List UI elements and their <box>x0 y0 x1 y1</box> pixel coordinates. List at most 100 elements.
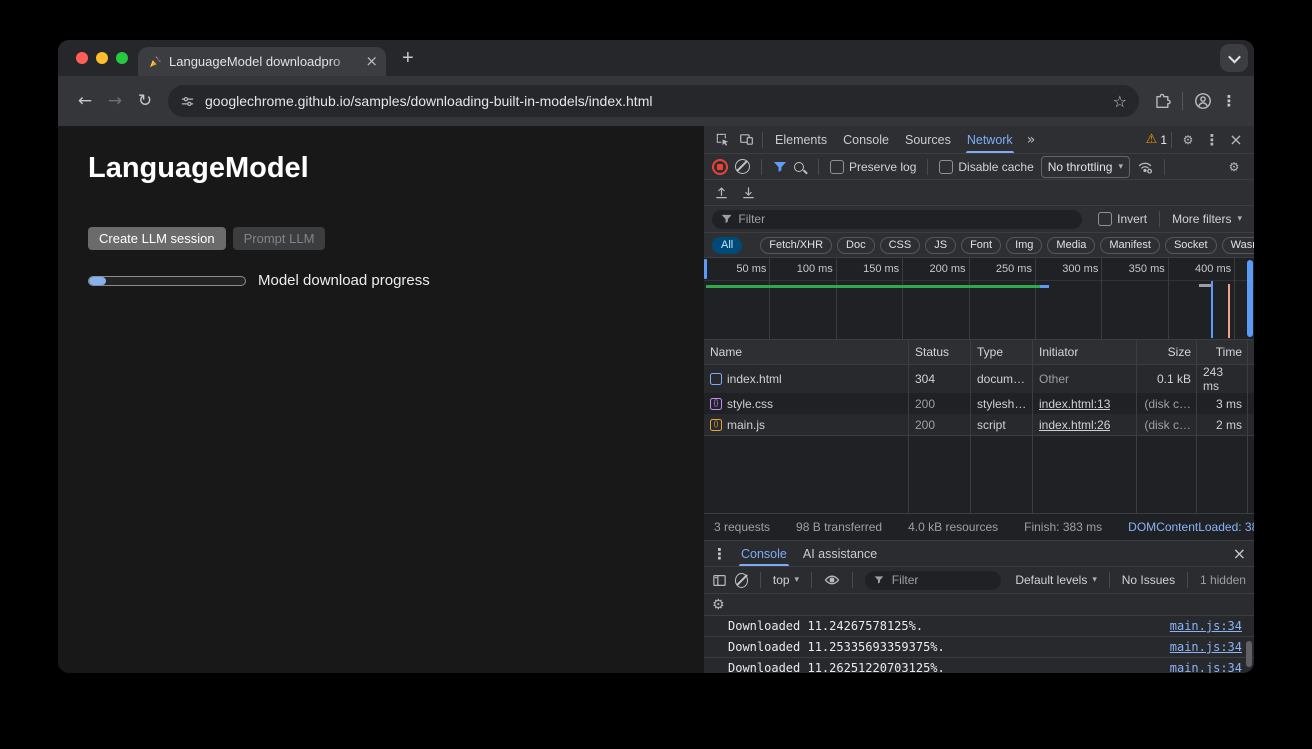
request-row-style-css[interactable]: {}style.css 200 stylesh… index.html:13 (… <box>704 393 1254 414</box>
clear-network-log-icon[interactable] <box>735 159 750 174</box>
network-filter-input[interactable] <box>738 212 1073 226</box>
minimize-window-button[interactable] <box>96 52 108 64</box>
export-har-icon[interactable] <box>741 185 756 200</box>
live-expression-eye-icon[interactable] <box>824 572 840 588</box>
tick-label: 200 ms <box>929 263 965 275</box>
issues-badge[interactable]: ⚠ 1 <box>1146 132 1167 147</box>
chip-manifest[interactable]: Manifest <box>1100 237 1160 254</box>
profile-avatar-icon[interactable] <box>1190 92 1216 110</box>
more-panels-icon[interactable]: » <box>1021 132 1042 148</box>
transferred-size: 98 B transferred <box>796 520 882 534</box>
drawer-tab-ai-assistance[interactable]: AI assistance <box>801 541 879 566</box>
drawer-close-icon[interactable]: × <box>1233 544 1246 563</box>
timeline-pending-request-bar <box>1247 260 1253 337</box>
record-network-log-button[interactable] <box>712 159 728 175</box>
web-page: LanguageModel Create LLM session Prompt … <box>58 126 704 673</box>
maximize-window-button[interactable] <box>116 52 128 64</box>
forward-button[interactable]: → <box>100 91 130 111</box>
timeline-start-marker <box>704 259 707 279</box>
column-header-size[interactable]: Size <box>1137 340 1197 364</box>
extensions-puzzle-icon[interactable] <box>1149 93 1175 110</box>
chip-font[interactable]: Font <box>961 237 1001 254</box>
checkbox[interactable] <box>939 160 953 174</box>
chip-fetch-xhr[interactable]: Fetch/XHR <box>760 237 832 254</box>
devtools-close-icon[interactable]: × <box>1224 130 1248 150</box>
console-settings-gear-icon[interactable]: ⚙ <box>712 597 725 613</box>
checkbox[interactable] <box>830 160 844 174</box>
issues-status[interactable]: No Issues <box>1122 573 1175 587</box>
chip-doc[interactable]: Doc <box>837 237 875 254</box>
filter-toggle-icon[interactable] <box>773 160 787 174</box>
tab-network[interactable]: Network <box>959 126 1021 153</box>
console-message[interactable]: Downloaded 11.24267578125%. main.js:34 <box>704 616 1254 637</box>
site-settings-icon[interactable] <box>180 94 195 109</box>
back-button[interactable]: ← <box>70 91 100 111</box>
more-filters-dropdown[interactable]: More filters ▾ <box>1172 212 1246 226</box>
import-har-icon[interactable] <box>714 185 729 200</box>
chip-media[interactable]: Media <box>1047 237 1095 254</box>
clear-console-icon[interactable] <box>735 573 748 588</box>
inspect-element-icon[interactable] <box>710 130 734 150</box>
chip-all[interactable]: All <box>712 237 742 254</box>
network-conditions-icon[interactable] <box>1137 159 1153 175</box>
chip-img[interactable]: Img <box>1006 237 1042 254</box>
network-overview-timeline[interactable]: 50 ms 100 ms 150 ms 200 ms 250 ms 300 ms… <box>704 258 1254 340</box>
new-tab-button[interactable]: + <box>402 48 414 68</box>
source-link[interactable]: main.js:34 <box>1170 619 1242 633</box>
search-icon[interactable] <box>794 162 804 172</box>
request-type: stylesh… <box>977 397 1026 411</box>
preserve-log-checkbox[interactable]: Preserve log <box>830 160 916 174</box>
throttling-dropdown[interactable]: No throttling ▾ <box>1041 156 1130 178</box>
tab-sources[interactable]: Sources <box>897 126 959 153</box>
initiator-link[interactable]: index.html:26 <box>1039 418 1110 432</box>
devtools-menu-kebab-icon[interactable]: ⋮ <box>1200 130 1224 150</box>
console-message[interactable]: Downloaded 11.26251220703125%. main.js:3… <box>704 658 1254 673</box>
context-selector[interactable]: top ▾ <box>773 573 799 587</box>
timeline-activity-bar-blue <box>1040 285 1049 288</box>
log-levels-dropdown[interactable]: Default levels ▾ <box>1015 573 1097 587</box>
console-filter-input[interactable] <box>890 572 993 588</box>
chip-js[interactable]: JS <box>925 237 956 254</box>
address-bar[interactable]: googlechrome.github.io/samples/downloadi… <box>168 85 1139 117</box>
source-link[interactable]: main.js:34 <box>1170 640 1242 654</box>
console-sidebar-toggle-icon[interactable] <box>712 573 727 588</box>
invert-checkbox[interactable]: Invert <box>1098 212 1147 226</box>
disable-cache-checkbox[interactable]: Disable cache <box>939 160 1033 174</box>
tab-console[interactable]: Console <box>835 126 897 153</box>
request-status: 304 <box>915 372 935 386</box>
chip-css[interactable]: CSS <box>880 237 921 254</box>
drawer-menu-kebab-icon[interactable]: ⋮ <box>712 545 727 563</box>
browser-menu-kebab-icon[interactable]: ⋮ <box>1216 92 1242 110</box>
network-settings-gear-icon[interactable]: ⚙ <box>1222 157 1246 177</box>
column-header-status[interactable]: Status <box>909 340 971 364</box>
column-header-type[interactable]: Type <box>971 340 1033 364</box>
close-window-button[interactable] <box>76 52 88 64</box>
browser-tab[interactable]: LanguageModel downloadpro × <box>138 47 386 76</box>
reload-button[interactable]: ↻ <box>130 91 160 111</box>
console-message[interactable]: Downloaded 11.25335693359375%. main.js:3… <box>704 637 1254 658</box>
request-row-index-html[interactable]: index.html 304 docum… Other 0.1 kB 243 m… <box>704 365 1254 393</box>
column-header-time[interactable]: Time <box>1197 340 1248 364</box>
chip-socket[interactable]: Socket <box>1165 237 1217 254</box>
create-llm-session-button[interactable]: Create LLM session <box>88 227 226 250</box>
column-header-name[interactable]: Name <box>704 340 909 364</box>
scrollbar-thumb[interactable] <box>1246 641 1252 667</box>
console-filter-input-wrap <box>865 571 1002 590</box>
tab-close-icon[interactable]: × <box>365 54 378 69</box>
request-type-chips: All Fetch/XHR Doc CSS JS Font Img Media … <box>704 233 1254 258</box>
hidden-messages-count[interactable]: 1 hidden <box>1200 573 1246 587</box>
chip-wasm[interactable]: Wasm <box>1222 237 1254 254</box>
tab-search-button[interactable] <box>1220 44 1248 72</box>
column-header-initiator[interactable]: Initiator <box>1033 340 1137 364</box>
request-row-main-js[interactable]: ()main.js 200 script index.html:26 (disk… <box>704 414 1254 435</box>
drawer-tab-console[interactable]: Console <box>739 541 789 566</box>
initiator-link[interactable]: index.html:13 <box>1039 397 1110 411</box>
tab-elements[interactable]: Elements <box>767 126 835 153</box>
page-title: LanguageModel <box>88 152 704 185</box>
source-link[interactable]: main.js:34 <box>1170 661 1242 673</box>
checkbox[interactable] <box>1098 212 1112 226</box>
bookmark-star-icon[interactable]: ☆ <box>1113 92 1127 111</box>
prompt-llm-button[interactable]: Prompt LLM <box>233 227 326 250</box>
devtools-settings-gear-icon[interactable]: ⚙ <box>1176 130 1200 150</box>
device-toolbar-icon[interactable] <box>734 130 758 150</box>
